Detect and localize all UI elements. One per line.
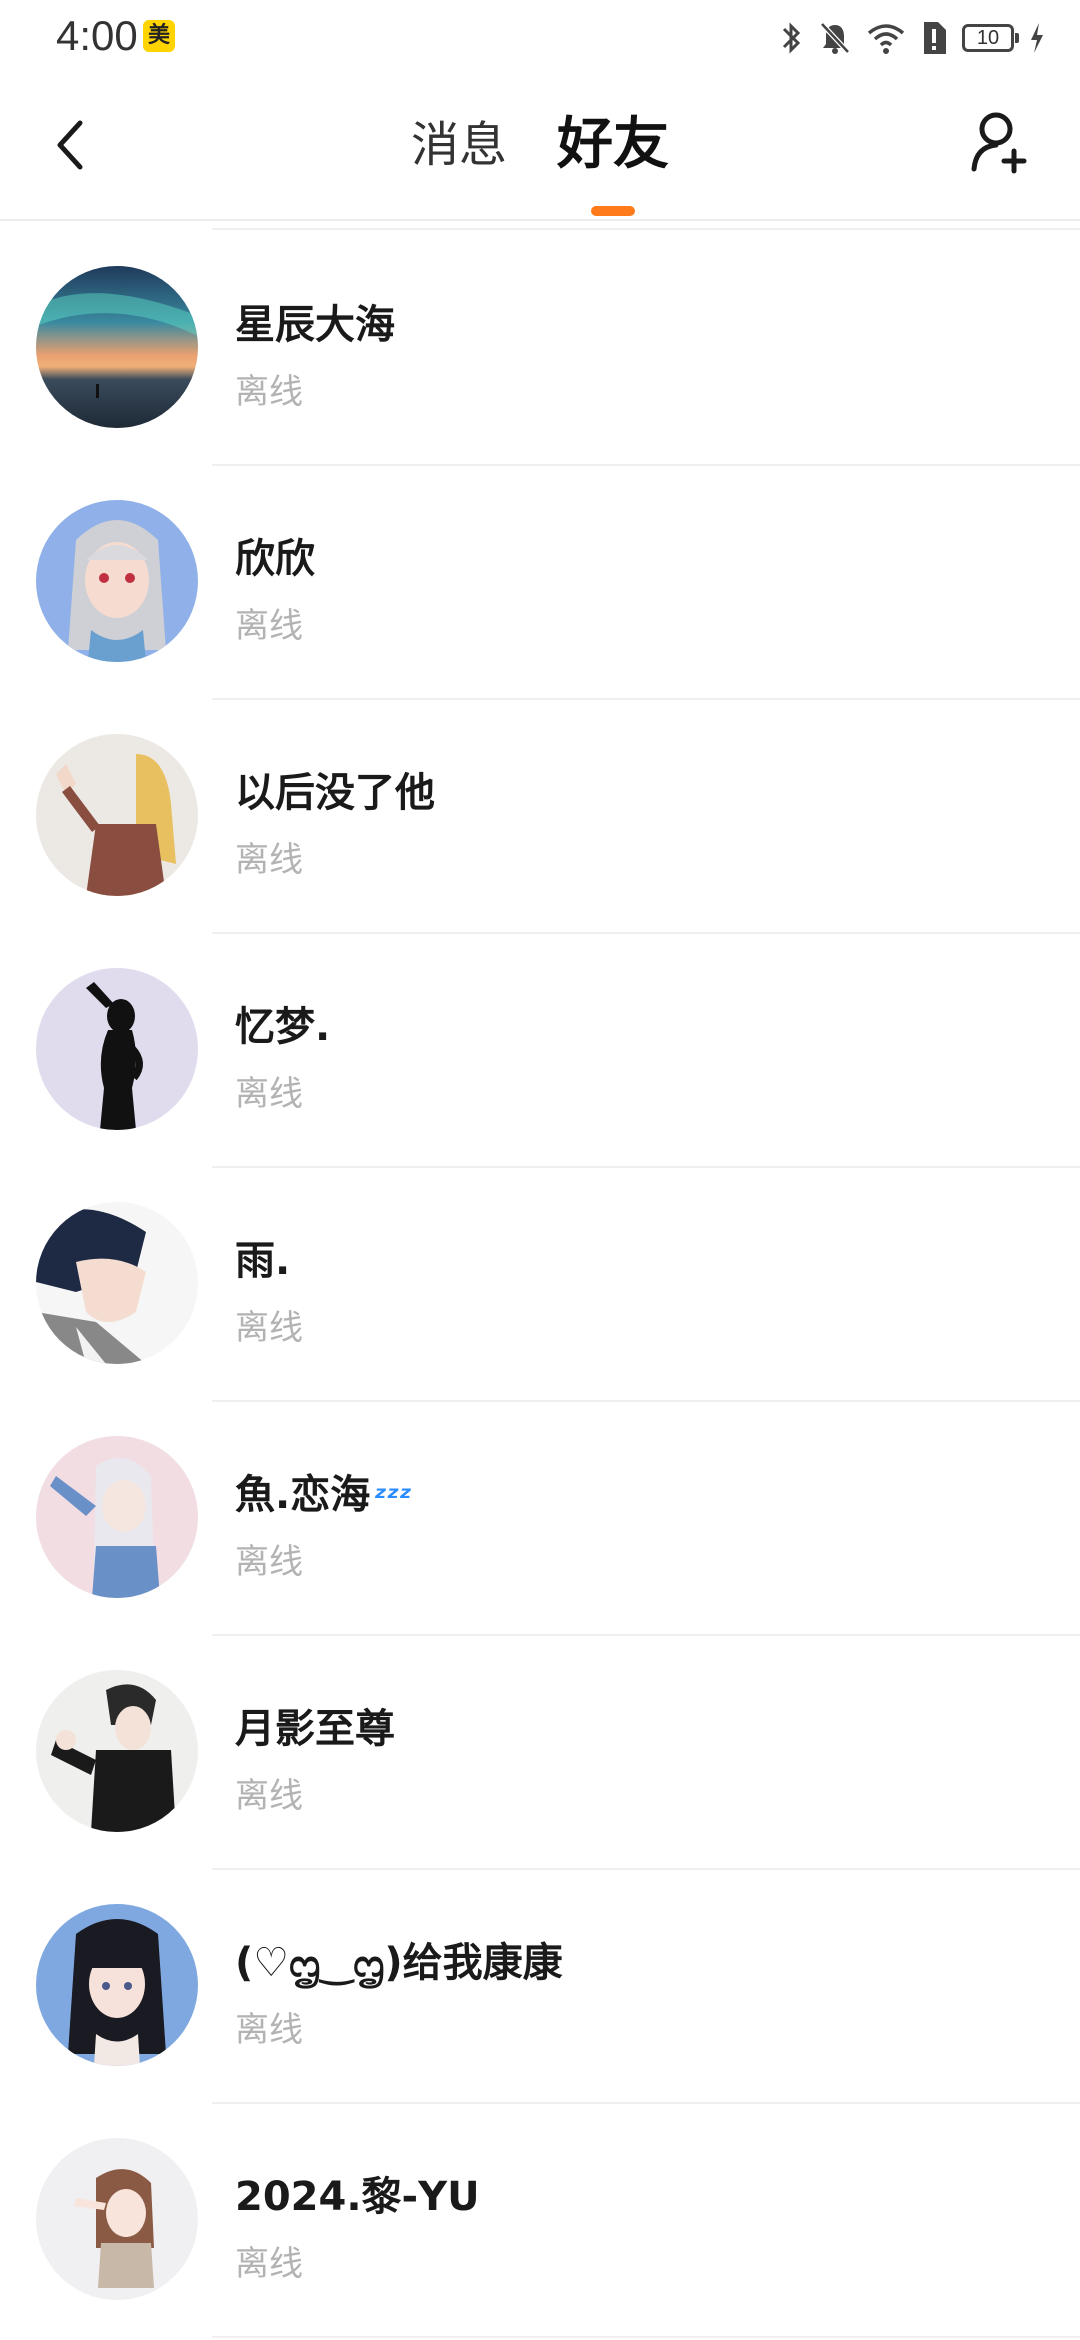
- add-user-icon: [971, 112, 1027, 174]
- blonde-girl-frame-avatar: [36, 734, 198, 896]
- friend-row[interactable]: 2024.黎-YU 离线: [0, 2104, 1080, 2338]
- top-nav: 消息 好友: [0, 80, 1080, 220]
- friend-status: 离线: [235, 1074, 303, 1114]
- active-tab-indicator: [591, 206, 635, 216]
- add-friend-button[interactable]: [960, 102, 1040, 182]
- list-top-divider: [212, 228, 1080, 230]
- friend-name: 月影至尊: [235, 1706, 395, 1752]
- friend-name: (♡ᦗ‿ᦗ)给我康康: [235, 1940, 563, 1986]
- sim-alert-icon: [924, 22, 946, 54]
- friend-status: 离线: [235, 372, 303, 412]
- friend-name: 忆梦.: [235, 1004, 331, 1050]
- tab-messages[interactable]: 消息: [411, 110, 507, 180]
- friend-row[interactable]: 星辰大海 离线: [0, 232, 1080, 466]
- friend-status: 离线: [235, 1776, 303, 1816]
- aurora-sunset-avatar: [36, 266, 198, 428]
- tab-bar: 消息 好友: [0, 110, 1080, 216]
- friend-row[interactable]: 忆梦. 离线: [0, 934, 1080, 1168]
- row-divider: [212, 2336, 1080, 2338]
- tab-friends-label: 好友: [557, 112, 669, 177]
- anime-boy-dark-avatar: [36, 1670, 198, 1832]
- sleep-emoji-icon: ᶻᶻᶻ: [374, 1481, 412, 1516]
- anime-girl-black-hair-avatar: [36, 1904, 198, 2066]
- tab-messages-label: 消息: [410, 117, 507, 173]
- friend-name: 星辰大海: [235, 302, 395, 348]
- friend-status: 离线: [235, 606, 303, 646]
- friend-name: 欣欣: [235, 536, 315, 582]
- friend-status: 离线: [235, 1542, 303, 1582]
- friend-row[interactable]: 魚.恋海 ᶻᶻᶻ 离线: [0, 1402, 1080, 1636]
- friend-name: 雨.: [235, 1238, 291, 1284]
- anime-boy-profile-avatar: [36, 1202, 198, 1364]
- status-icons: 10: [778, 18, 1046, 58]
- friend-row[interactable]: 欣欣 离线: [0, 466, 1080, 700]
- friend-name: 以后没了他: [235, 770, 435, 816]
- silhouette-woman-avatar: [36, 968, 198, 1130]
- charging-icon: [1031, 23, 1043, 53]
- friend-list: 星辰大海 离线 欣欣 离线 以后没了他 离线 忆梦. 离线 雨. 离线 魚.恋海…: [0, 232, 1080, 2338]
- friend-name: 魚.恋海 ᶻᶻᶻ: [235, 1462, 412, 1520]
- friend-status: 离线: [235, 1308, 303, 1348]
- friend-status: 离线: [235, 2244, 303, 2284]
- status-time: 4:00: [56, 12, 138, 59]
- meituan-notification-icon: 美: [143, 20, 175, 52]
- anime-girl-salute-avatar: [36, 1436, 198, 1598]
- bell-muted-icon: [820, 22, 850, 54]
- wifi-icon: [867, 24, 905, 54]
- friend-row[interactable]: 月影至尊 离线: [0, 1636, 1080, 1870]
- friend-name: 2024.黎-YU: [235, 2174, 480, 2220]
- friend-row[interactable]: 以后没了他 离线: [0, 700, 1080, 934]
- friend-status: 离线: [235, 2010, 303, 2050]
- battery-indicator: 10: [962, 24, 1019, 52]
- friend-name-text: 魚.恋海: [235, 1472, 371, 1518]
- bluetooth-icon: [782, 22, 801, 54]
- friends-screen: 4:00 美 10 消息 好友 星辰大海 离线 欣欣 离线 以后没了他 离线 忆…: [0, 0, 1080, 2340]
- friend-row[interactable]: 雨. 离线: [0, 1168, 1080, 1402]
- anime-girl-silver-hair-avatar: [36, 500, 198, 662]
- friend-row[interactable]: (♡ᦗ‿ᦗ)给我康康 离线: [0, 1870, 1080, 2104]
- tab-friends[interactable]: 好友: [557, 110, 669, 216]
- chibi-girl-salute-avatar: [36, 2138, 198, 2300]
- status-bar: 4:00 美 10: [0, 0, 1080, 80]
- friend-status: 离线: [235, 840, 303, 880]
- header-divider: [0, 219, 1080, 221]
